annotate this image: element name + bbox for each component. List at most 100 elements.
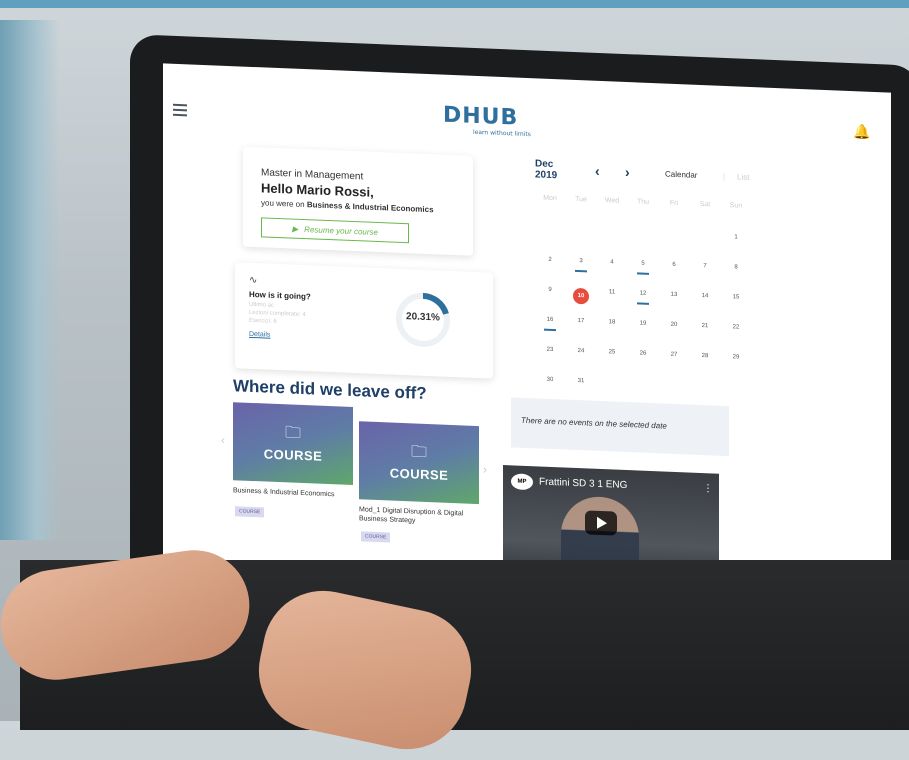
tab-list[interactable]: List	[737, 172, 749, 182]
hamburger-menu-icon[interactable]	[173, 103, 187, 117]
play-button[interactable]	[585, 510, 617, 536]
last-course-prefix: you were on	[261, 198, 305, 210]
chevron-left-icon[interactable]: ‹	[595, 163, 600, 179]
tab-calendar[interactable]: Calendar	[665, 170, 697, 180]
calendar-day-number: 27	[670, 351, 678, 359]
bell-icon[interactable]: 🔔	[853, 123, 870, 140]
calendar-day[interactable]: 7	[690, 263, 720, 270]
calendar-day[interactable]: 12	[628, 290, 658, 305]
calendar-day-number: 28	[701, 353, 709, 360]
channel-logo: MP	[511, 473, 533, 491]
calendar-day-number: 8	[734, 264, 738, 271]
resume-course-label: Resume your course	[304, 224, 378, 237]
course-tile[interactable]: 🗀 COURSE	[233, 402, 353, 486]
logo-text: DHUB	[443, 102, 519, 131]
weekday-label: Mon	[543, 194, 557, 203]
calendar-day[interactable]: 2	[535, 256, 565, 263]
calendar-day[interactable]: 14	[690, 293, 720, 300]
calendar-day-number: 24	[577, 348, 585, 355]
course-title[interactable]: Mod_1 Digital Disruption & Digital Busin…	[359, 505, 477, 528]
calendar-day-number: 9	[548, 286, 552, 293]
progress-card: ∿ How is it going? Ultimo ac Lezioni com…	[235, 262, 493, 379]
calendar-day-number: 12	[639, 290, 647, 297]
calendar-day[interactable]: 17	[566, 318, 596, 325]
calendar-day[interactable]: 5	[628, 260, 658, 275]
calendar-day[interactable]: 28	[690, 353, 720, 360]
resume-course-button[interactable]: ▶ Resume your course	[261, 217, 409, 244]
calendar-day-number: 21	[701, 323, 709, 330]
calendar-day[interactable]: 13	[659, 291, 689, 298]
calendar-day[interactable]: 11	[597, 289, 627, 296]
calendar-day[interactable]: 3	[566, 258, 596, 273]
calendar-day-number: 14	[701, 293, 709, 300]
calendar-day[interactable]: 16	[535, 316, 565, 331]
calendar-day-number: 2	[548, 256, 552, 263]
calendar-day[interactable]: 10	[566, 287, 596, 305]
calendar-day-number: 3	[579, 258, 583, 265]
calendar-day[interactable]: 26	[628, 350, 658, 357]
calendar-day[interactable]: 18	[597, 319, 627, 326]
video-title[interactable]: Frattini SD 3 1 ENG	[539, 476, 627, 491]
logo-tagline: learn without limits	[473, 128, 531, 139]
calendar-month: Dec 2019	[535, 158, 557, 181]
app-logo[interactable]: DHUB learn without limits	[443, 103, 531, 139]
calendar-day[interactable]: 9	[535, 286, 565, 293]
calendar-day[interactable]: 30	[535, 376, 565, 383]
calendar-day[interactable]: 29	[721, 354, 751, 361]
more-vert-icon[interactable]: ⋮	[703, 483, 713, 494]
course-tile-label: COURSE	[263, 445, 323, 464]
no-events-message: There are no events on the selected date	[511, 397, 729, 457]
calendar-day-number: 26	[639, 350, 647, 357]
weekday-label: Wed	[604, 197, 620, 205]
weekday-label: Fri	[669, 199, 679, 208]
calendar-day-number: 10	[573, 287, 589, 305]
weekday-label: Thu	[636, 198, 650, 206]
course-resume-card: Master in Management Hello Mario Rossi, …	[243, 146, 473, 256]
year-label: 2019	[535, 169, 558, 182]
calendar-day-number: 30	[546, 376, 554, 384]
calendar-day-number: 7	[703, 263, 707, 270]
calendar-day[interactable]: 6	[659, 261, 689, 268]
laptop-screen: DHUB learn without limits 🔔 Master in Ma…	[163, 63, 891, 598]
course-title[interactable]: Business & Industrial Economics	[233, 486, 351, 500]
chevron-right-icon[interactable]: ›	[625, 164, 630, 180]
calendar-day[interactable]: 23	[535, 346, 565, 353]
course-badge: COURSE	[235, 506, 265, 518]
calendar-day[interactable]: 21	[690, 323, 720, 330]
top-band	[0, 0, 909, 8]
calendar-day[interactable]: 19	[628, 320, 658, 327]
tab-divider: |	[723, 171, 726, 181]
calendar-day-number: 20	[670, 321, 678, 329]
calendar-day-number: 31	[577, 378, 585, 385]
calendar-day[interactable]: 22	[721, 324, 751, 331]
section-heading: Where did we leave off?	[233, 376, 427, 403]
calendar-day-number: 1	[734, 234, 738, 241]
calendar-day-number: 13	[670, 291, 678, 299]
calendar-day[interactable]: 27	[659, 351, 689, 358]
calendar-day-number: 15	[732, 294, 740, 301]
calendar-day-number: 22	[732, 324, 740, 331]
progress-percent: 20.31%	[406, 311, 440, 324]
weekday-label: Sat	[699, 200, 711, 209]
weekday-label: Tue	[575, 195, 587, 204]
background-blur	[0, 20, 60, 540]
calendar-day[interactable]: 31	[566, 378, 596, 385]
course-badge: COURSE	[361, 531, 391, 543]
calendar-day-number: 4	[610, 259, 614, 266]
month-label: Dec	[535, 158, 554, 171]
calendar-day[interactable]: 24	[566, 348, 596, 355]
calendar-day-number: 11	[608, 289, 616, 296]
course-tile-label: COURSE	[389, 464, 449, 483]
carousel-next-arrow[interactable]: ›	[483, 462, 487, 476]
calendar-day[interactable]: 8	[721, 264, 751, 271]
course-tile[interactable]: 🗀 COURSE	[359, 421, 479, 505]
calendar-day-number: 19	[639, 320, 647, 327]
calendar-day[interactable]: 25	[597, 349, 627, 356]
carousel-prev-arrow[interactable]: ‹	[221, 433, 225, 447]
calendar-day[interactable]: 15	[721, 294, 751, 301]
weekday-label: Sun	[729, 202, 743, 210]
calendar-day[interactable]: 20	[659, 321, 689, 328]
folder-icon: 🗀	[410, 442, 427, 461]
calendar-day[interactable]: 4	[597, 259, 627, 266]
calendar-day[interactable]: 1	[721, 234, 751, 241]
